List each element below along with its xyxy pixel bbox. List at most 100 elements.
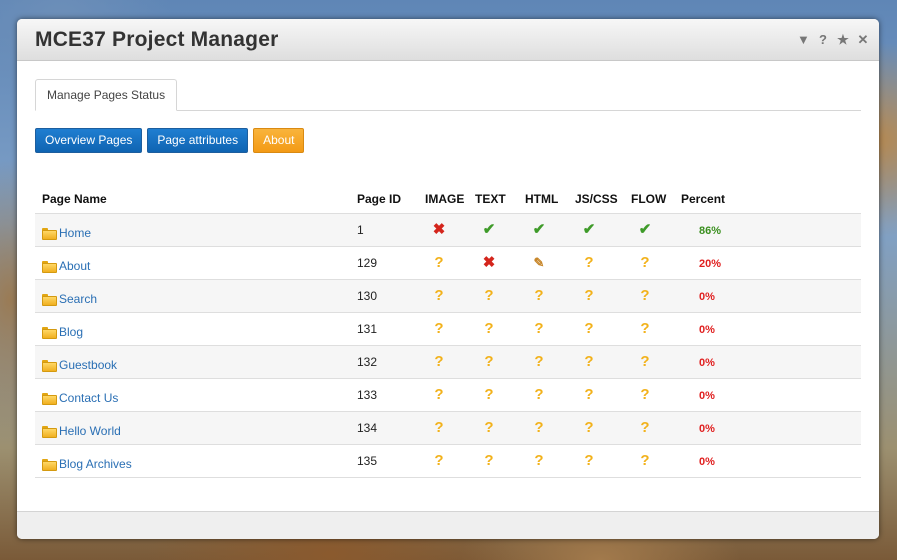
status-text-cell: ?: [475, 311, 525, 345]
percent-cell: 0%: [681, 410, 861, 444]
page-name-wrapper: Blog Archives: [42, 451, 357, 471]
page-id-cell: 129: [357, 245, 425, 279]
status-flow-cell: ?: [631, 344, 681, 378]
question-icon[interactable]: ?: [481, 287, 497, 304]
check-icon[interactable]: ✔: [637, 221, 653, 238]
question-icon[interactable]: ?: [431, 353, 447, 370]
overview-pages-button[interactable]: Overview Pages: [35, 128, 143, 153]
status-image-cell: ?: [425, 344, 475, 378]
page-link[interactable]: Contact Us: [59, 391, 118, 405]
pencil-icon[interactable]: ✎: [531, 255, 547, 271]
status-image-cell: ?: [425, 377, 475, 411]
page-link[interactable]: Hello World: [59, 424, 121, 438]
question-icon[interactable]: ?: [531, 287, 547, 304]
page-name-cell: Search: [35, 278, 357, 312]
question-icon[interactable]: ?: [531, 419, 547, 436]
page-name-cell: About: [35, 245, 357, 279]
question-icon[interactable]: ?: [581, 320, 597, 337]
page-name-wrapper: Home: [42, 220, 357, 240]
status-flow-cell: ?: [631, 245, 681, 279]
header-flow: FLOW: [631, 191, 667, 206]
percent-value: 0%: [699, 422, 715, 435]
status-text-cell: ✔: [475, 212, 525, 246]
close-icon[interactable]: ✕: [857, 32, 869, 48]
page-name-cell: Guestbook: [35, 344, 357, 378]
question-icon[interactable]: ?: [431, 386, 447, 403]
percent-value: 0%: [699, 455, 715, 468]
percent-cell: 0%: [681, 377, 861, 411]
header-text: TEXT: [475, 191, 506, 206]
folder-icon: [42, 227, 57, 240]
table-row: Home 1 ✖ ✔ ✔ ✔ ✔ 86%: [35, 212, 861, 246]
header-page-name: Page Name: [42, 191, 107, 206]
status-html-cell: ?: [525, 377, 575, 411]
question-icon[interactable]: ?: [431, 320, 447, 337]
question-icon[interactable]: ?: [581, 452, 597, 469]
status-image-cell: ✖: [425, 212, 475, 246]
status-flow-cell: ?: [631, 410, 681, 444]
status-flow-cell: ?: [631, 311, 681, 345]
page-link[interactable]: Home: [59, 226, 91, 240]
question-icon[interactable]: ?: [531, 386, 547, 403]
question-icon[interactable]: ?: [431, 254, 447, 271]
question-icon[interactable]: ?: [481, 353, 497, 370]
status-jscss-cell: ?: [575, 311, 631, 345]
status-html-cell: ?: [525, 443, 575, 478]
question-icon[interactable]: ?: [637, 254, 653, 271]
question-icon[interactable]: ?: [581, 419, 597, 436]
help-icon[interactable]: ?: [817, 32, 829, 47]
status-text-cell: ?: [475, 344, 525, 378]
page-name-cell: Hello World: [35, 410, 357, 444]
page-link[interactable]: Blog Archives: [59, 457, 132, 471]
status-image-cell: ?: [425, 278, 475, 312]
page-link[interactable]: About: [59, 259, 90, 273]
question-icon[interactable]: ?: [481, 386, 497, 403]
question-icon[interactable]: ?: [531, 353, 547, 370]
table-row: About 129? ✖ ✎?? 20%: [35, 245, 861, 279]
percent-cell: 0%: [681, 443, 861, 478]
check-icon[interactable]: ✔: [531, 221, 547, 238]
question-icon[interactable]: ?: [581, 386, 597, 403]
folder-icon: [42, 425, 57, 438]
about-button[interactable]: About: [253, 128, 305, 153]
folder-icon: [42, 293, 57, 306]
status-image-cell: ?: [425, 245, 475, 279]
question-icon[interactable]: ?: [431, 452, 447, 469]
percent-value: 20%: [699, 257, 722, 270]
percent-value: 0%: [699, 356, 715, 369]
page-name-wrapper: Guestbook: [42, 352, 357, 372]
question-icon[interactable]: ?: [637, 386, 653, 403]
question-icon[interactable]: ?: [637, 419, 653, 436]
header-page-id: Page ID: [357, 191, 402, 206]
cross-icon[interactable]: ✖: [481, 254, 497, 271]
check-icon[interactable]: ✔: [481, 221, 497, 238]
window-controls: ▼ ? ★ ✕: [797, 32, 869, 48]
page-link[interactable]: Search: [59, 292, 97, 306]
question-icon[interactable]: ?: [581, 254, 597, 271]
question-icon[interactable]: ?: [637, 353, 653, 370]
question-icon[interactable]: ?: [637, 287, 653, 304]
question-icon[interactable]: ?: [637, 452, 653, 469]
question-icon[interactable]: ?: [531, 452, 547, 469]
question-icon[interactable]: ?: [581, 353, 597, 370]
collapse-icon[interactable]: ▼: [797, 32, 810, 47]
title-bar[interactable]: MCE37 Project Manager ▼ ? ★ ✕: [17, 19, 879, 61]
question-icon[interactable]: ?: [481, 320, 497, 337]
cross-icon[interactable]: ✖: [431, 221, 447, 238]
question-icon[interactable]: ?: [581, 287, 597, 304]
question-icon[interactable]: ?: [431, 419, 447, 436]
page-link[interactable]: Guestbook: [59, 358, 117, 372]
question-icon[interactable]: ?: [637, 320, 653, 337]
page-link[interactable]: Blog: [59, 325, 83, 339]
question-icon[interactable]: ?: [431, 287, 447, 304]
question-icon[interactable]: ?: [481, 452, 497, 469]
tab-manage-pages-status[interactable]: Manage Pages Status: [35, 79, 178, 111]
question-icon[interactable]: ?: [481, 419, 497, 436]
page-attributes-button[interactable]: Page attributes: [147, 128, 249, 153]
status-html-cell: ?: [525, 311, 575, 345]
check-icon[interactable]: ✔: [581, 221, 597, 238]
question-icon[interactable]: ?: [531, 320, 547, 337]
star-icon[interactable]: ★: [837, 32, 849, 48]
page-id-cell: 135: [357, 443, 425, 478]
page-id-cell: 1: [357, 212, 425, 246]
